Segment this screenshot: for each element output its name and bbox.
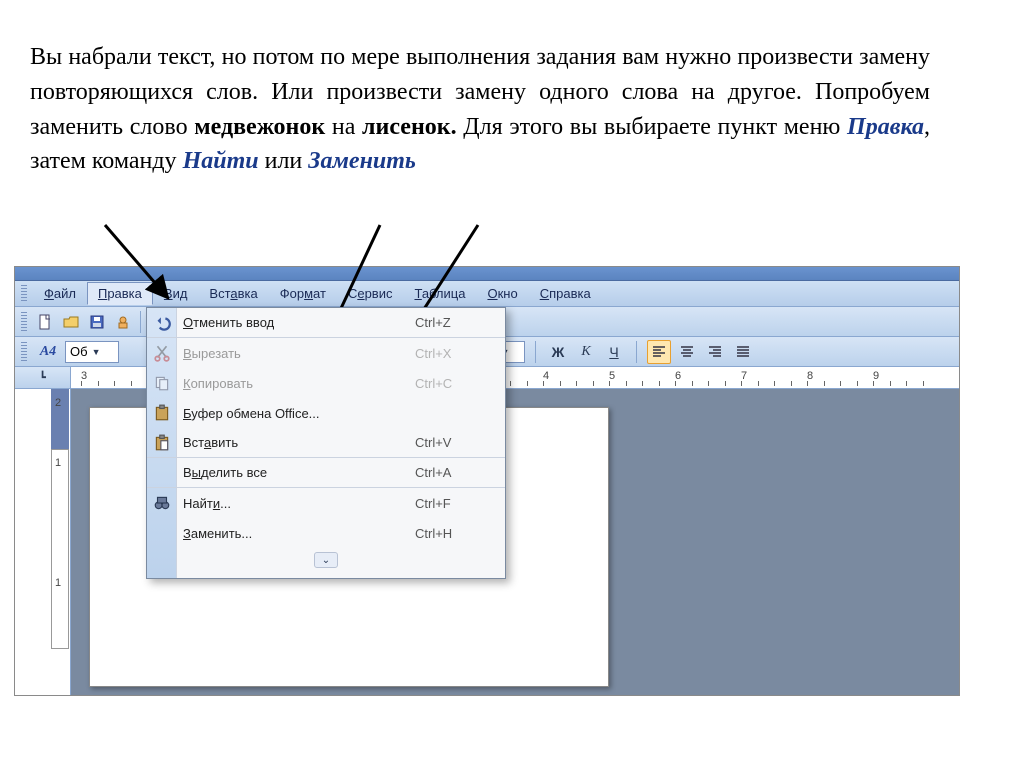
explanation-text: Вы набрали текст, но потом по мере выпол… bbox=[30, 40, 930, 179]
grip-icon bbox=[21, 285, 27, 303]
ruler-label: 2 bbox=[55, 397, 61, 409]
separator bbox=[535, 341, 536, 363]
align-left-icon[interactable] bbox=[647, 340, 671, 364]
menuitem-label: Отменить ввод bbox=[183, 315, 415, 330]
shortcut-label: Ctrl+X bbox=[415, 346, 505, 361]
grip-icon bbox=[21, 342, 27, 362]
menu-view[interactable]: Вид bbox=[153, 282, 199, 305]
titlebar bbox=[15, 267, 959, 281]
expand-menu-button[interactable]: ⌄ bbox=[147, 548, 505, 572]
menuitem-copy[interactable]: Копировать Ctrl+C bbox=[147, 368, 505, 398]
menuitem-paste[interactable]: Вставить Ctrl+V bbox=[147, 428, 505, 458]
menuitem-cut[interactable]: Вырезать Ctrl+X bbox=[147, 338, 505, 368]
save-icon[interactable] bbox=[85, 310, 109, 334]
menuitem-office-clipboard[interactable]: Буфер обмена Office... bbox=[147, 398, 505, 428]
new-doc-icon[interactable] bbox=[33, 310, 57, 334]
underline-button[interactable]: Ч bbox=[602, 340, 626, 364]
menu-file[interactable]: Файл bbox=[33, 282, 87, 305]
vertical-ruler[interactable]: 2 1 1 bbox=[15, 389, 71, 695]
menu-help[interactable]: Справка bbox=[529, 282, 602, 305]
shortcut-label: Ctrl+A bbox=[415, 465, 505, 480]
cut-icon bbox=[153, 344, 171, 362]
ruler-label: 1 bbox=[55, 457, 61, 469]
menuitem-label: Вырезать bbox=[183, 346, 415, 361]
shortcut-label: Ctrl+Z bbox=[415, 315, 505, 330]
menuitem-label: Вставить bbox=[183, 435, 415, 450]
separator bbox=[140, 311, 141, 333]
shortcut-label: Ctrl+C bbox=[415, 376, 505, 391]
permissions-icon[interactable] bbox=[111, 310, 135, 334]
menu-table[interactable]: Таблица bbox=[403, 282, 476, 305]
ruler-label: 1 bbox=[55, 577, 61, 589]
align-right-icon[interactable] bbox=[703, 340, 727, 364]
menuitem-label: Найти... bbox=[183, 496, 415, 511]
menuitem-label: Заменить... bbox=[183, 526, 415, 541]
chevron-down-icon: ▼ bbox=[92, 347, 101, 357]
menuitem-label: Выделить все bbox=[183, 465, 415, 480]
align-justify-icon[interactable] bbox=[731, 340, 755, 364]
word-window: Файл Правка Вид Вставка Формат Сервис Та… bbox=[14, 266, 960, 696]
italic-button[interactable]: К bbox=[574, 340, 598, 364]
menubar: Файл Правка Вид Вставка Формат Сервис Та… bbox=[15, 281, 959, 307]
separator bbox=[636, 341, 637, 363]
chevron-down-icon: ⌄ bbox=[314, 552, 338, 568]
open-icon[interactable] bbox=[59, 310, 83, 334]
grip-icon bbox=[21, 312, 27, 332]
ruler-corner-icon[interactable]: ┗ bbox=[15, 367, 71, 388]
shortcut-label: Ctrl+F bbox=[415, 496, 505, 511]
menu-insert[interactable]: Вставка bbox=[198, 282, 268, 305]
copy-icon bbox=[153, 374, 171, 392]
menuitem-find[interactable]: Найти... Ctrl+F bbox=[147, 488, 505, 518]
clipboard-icon bbox=[153, 404, 171, 422]
edit-dropdown: Отменить ввод Ctrl+Z Вырезать Ctrl+X Коп… bbox=[146, 307, 506, 579]
menu-edit[interactable]: Правка bbox=[87, 282, 153, 305]
undo-icon bbox=[153, 314, 171, 332]
menuitem-select-all[interactable]: Выделить все Ctrl+A bbox=[147, 458, 505, 488]
binoculars-icon bbox=[153, 494, 171, 512]
bold-button[interactable]: Ж bbox=[546, 340, 570, 364]
menuitem-label: Копировать bbox=[183, 376, 415, 391]
align-center-icon[interactable] bbox=[675, 340, 699, 364]
style-combo[interactable]: Об▼ bbox=[65, 341, 119, 363]
styles-pane-icon[interactable]: A4 bbox=[35, 340, 61, 364]
menu-format[interactable]: Формат bbox=[269, 282, 337, 305]
shortcut-label: Ctrl+H bbox=[415, 526, 505, 541]
menu-service[interactable]: Сервис bbox=[337, 282, 404, 305]
menuitem-replace[interactable]: Заменить... Ctrl+H bbox=[147, 518, 505, 548]
paste-icon bbox=[153, 434, 171, 452]
shortcut-label: Ctrl+V bbox=[415, 435, 505, 450]
menuitem-undo[interactable]: Отменить ввод Ctrl+Z bbox=[147, 308, 505, 338]
menu-window[interactable]: Окно bbox=[476, 282, 528, 305]
menuitem-label: Буфер обмена Office... bbox=[183, 406, 415, 421]
